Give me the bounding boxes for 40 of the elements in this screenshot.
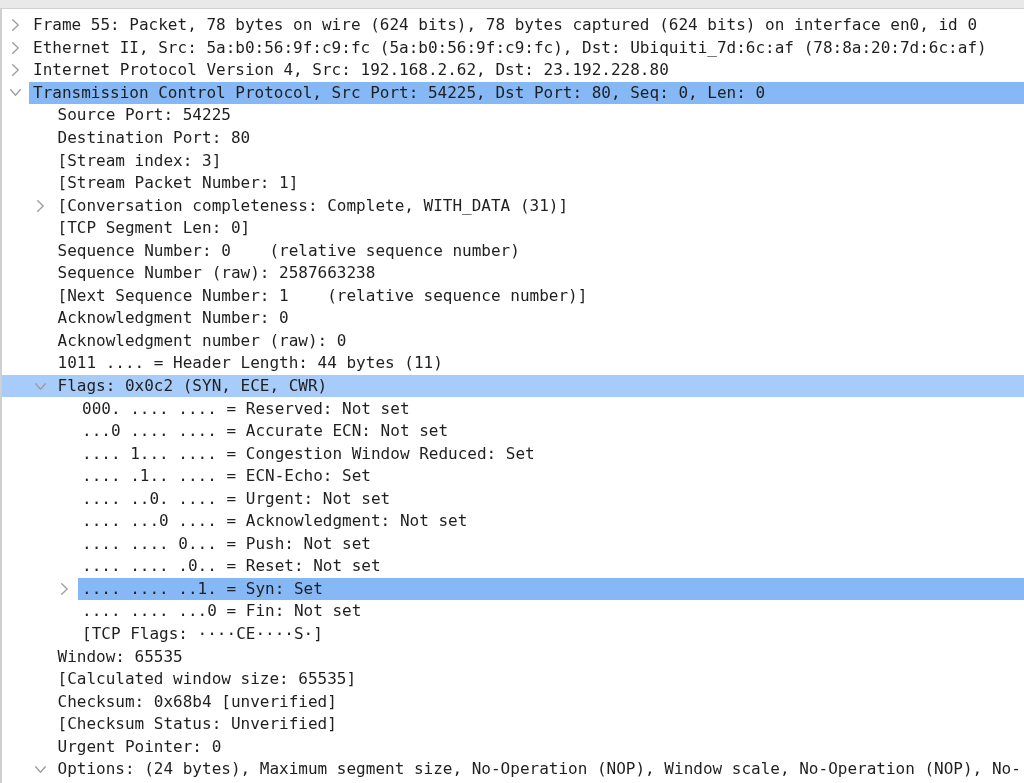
tree-item[interactable]: .... 1... .... = Congestion Window Reduced: Set (2, 442, 1024, 465)
tree-item[interactable]: Window: 65535 (2, 645, 1024, 668)
tree-item[interactable]: Sequence Number: 0 (relative sequence number) (2, 239, 1024, 262)
tree-item[interactable]: [Stream Packet Number: 1] (2, 171, 1024, 195)
tree-item[interactable]: .... ..0. .... = Urgent: Not set (2, 487, 1024, 511)
chevron-right-icon[interactable] (12, 64, 19, 77)
tree-item[interactable]: 1011 .... = Header Length: 44 bytes (11) (2, 352, 1024, 375)
tree-item[interactable]: Source Port: 54225 (2, 104, 1024, 127)
chevron-right-icon[interactable] (36, 199, 44, 212)
tree-item[interactable]: 000. .... .... = Reserved: Not set (2, 397, 1024, 420)
tree-item[interactable]: Checksum: 0x68b4 [unverified] (2, 690, 1024, 713)
tree-item[interactable]: [TCP Segment Len: 0] (2, 216, 1024, 240)
tree-item[interactable]: Flags: 0x0c2 (SYN, ECE, CWR) (2, 374, 1024, 398)
tree-item[interactable]: .... .1.. .... = ECN-Echo: Set (2, 464, 1024, 488)
chevron-right-icon[interactable] (12, 19, 19, 32)
tree-item[interactable]: Frame 55: Packet, 78 bytes on wire (624 bits), 78 bytes captured (624 bits) on interface en0, id 0 (2, 14, 1024, 37)
tree-item[interactable]: Acknowledgment Number: 0 (2, 307, 1024, 330)
tree-item[interactable]: .... .... .0.. = Reset: Not set (2, 555, 1024, 578)
tree-item[interactable]: Internet Protocol Version 4, Src: 192.168.2.62, Dst: 23.192.228.80 (2, 59, 1024, 82)
tree-item[interactable]: [TCP Flags: ····CE····S·] (2, 622, 1024, 646)
chevron-down-icon[interactable] (10, 89, 21, 97)
tree-item[interactable]: Ethernet II, Src: 5a:b0:56:9f:c9:fc (5a:b0:56:9f:c9:fc), Dst: Ubiquiti_7d:6c:af (78:8a:20:7d:6c:af) (2, 36, 1024, 60)
tree-item[interactable]: [Next Sequence Number: 1 (relative sequence number)] (2, 284, 1024, 308)
tree-item[interactable]: [Stream index: 3] (2, 149, 1024, 172)
tree-item[interactable]: .... ...0 .... = Acknowledgment: Not set (2, 510, 1024, 533)
tree-item[interactable]: .... .... 0... = Push: Not set (2, 532, 1024, 556)
tree-item[interactable]: [Calculated window size: 65535] (2, 667, 1024, 691)
chevron-down-icon[interactable] (34, 382, 46, 390)
tree-item[interactable]: ...0 .... .... = Accurate ECN: Not set (2, 419, 1024, 443)
tree-item[interactable]: Sequence Number (raw): 2587663238 (2, 262, 1024, 285)
tree-item[interactable]: [Checksum Status: Unverified] (2, 712, 1024, 736)
tree-item[interactable]: [Conversation completeness: Complete, WITH_DATA (31)] (2, 194, 1024, 217)
tree-item[interactable]: Urgent Pointer: 0 (2, 735, 1024, 759)
chevron-right-icon[interactable] (12, 41, 19, 54)
tree-item[interactable]: Acknowledgment number (raw): 0 (2, 329, 1024, 353)
tree-item[interactable]: .... .... ...0 = Fin: Not set (2, 600, 1024, 623)
tree-item[interactable]: Destination Port: 80 (2, 126, 1024, 150)
chevron-down-icon[interactable] (34, 765, 46, 773)
tree-item[interactable]: Options: (24 bytes), Maximum segment size, No-Operation (NOP), Window scale, No-Operation (NOP), No- (2, 758, 1024, 781)
chevron-right-icon[interactable] (61, 582, 68, 595)
